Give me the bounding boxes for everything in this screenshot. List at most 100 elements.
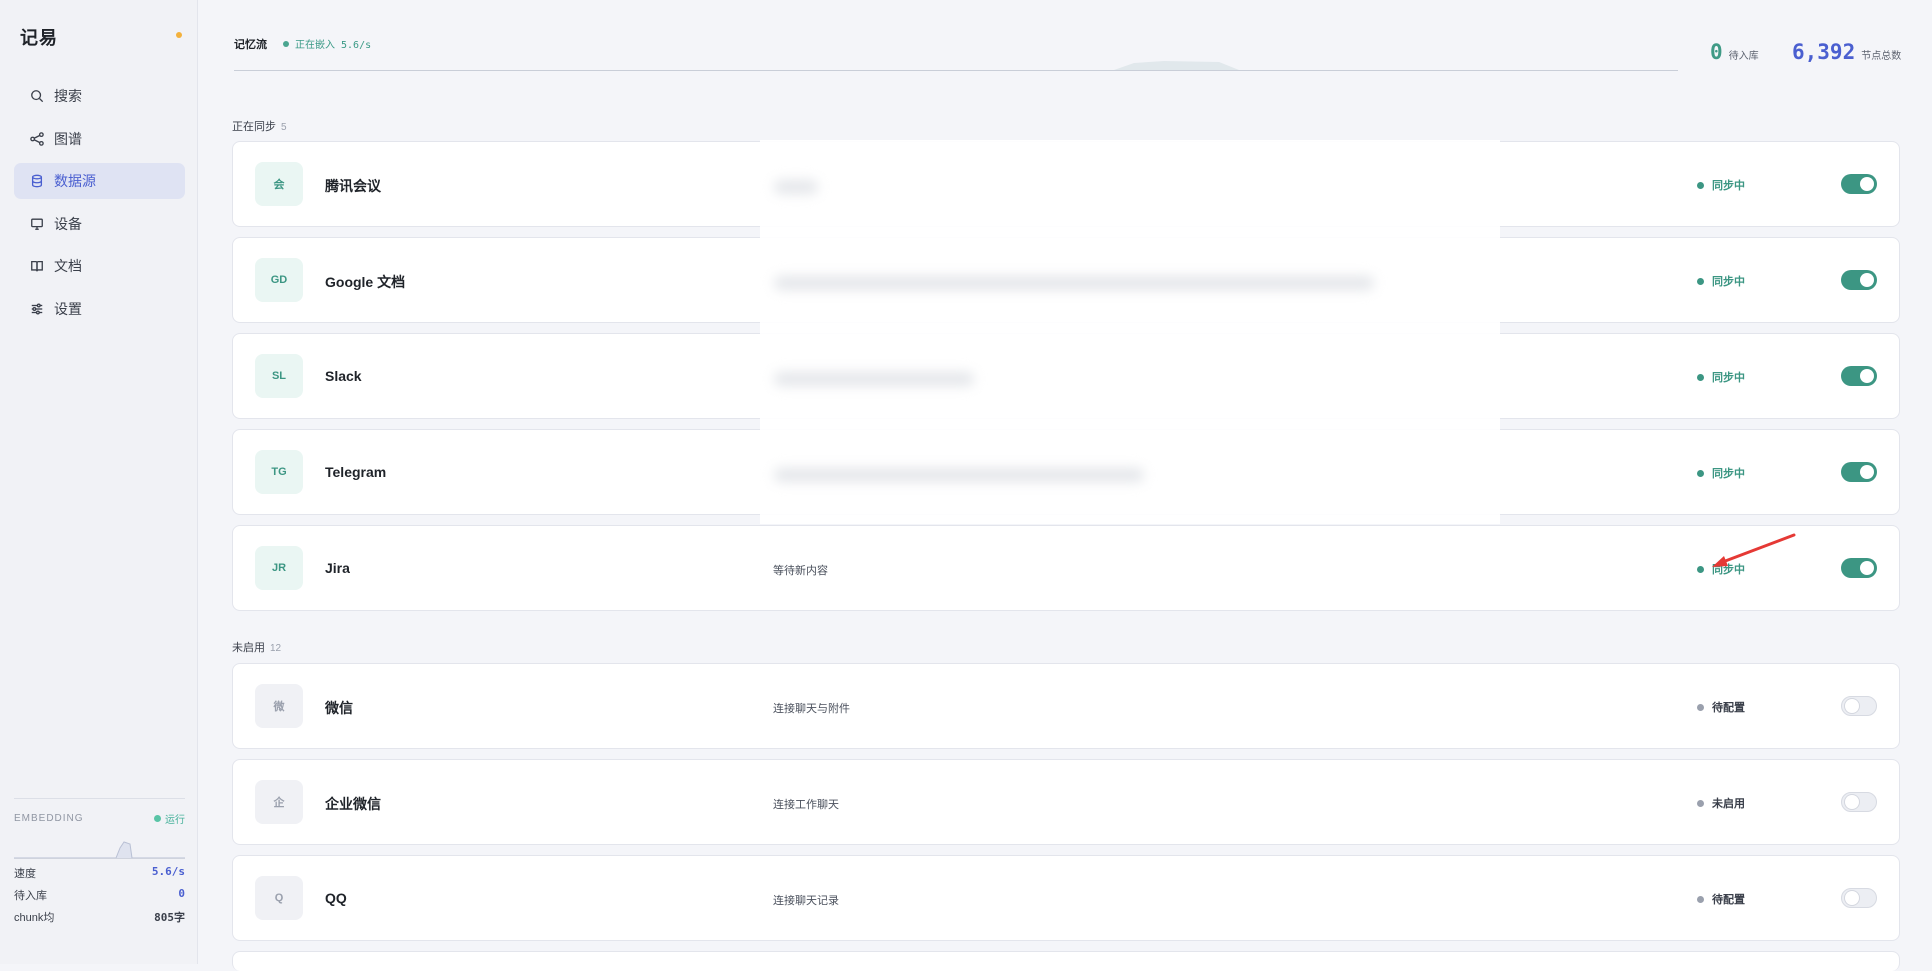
source-name: Slack — [325, 368, 362, 384]
source-toggle[interactable] — [1841, 462, 1877, 482]
database-icon — [30, 174, 44, 188]
sidebar-item-graph[interactable]: 图谱 — [14, 121, 185, 157]
status-label: 同步中 — [1712, 276, 1745, 288]
status-label: 待配置 — [1712, 894, 1745, 906]
source-icon: Q — [255, 876, 303, 920]
status-dot — [1697, 181, 1704, 189]
blurred-content-overlay — [760, 140, 1500, 524]
source-name: Jira — [325, 560, 350, 576]
status-dot — [1697, 703, 1704, 711]
source-status: 同步中 — [1697, 177, 1745, 193]
status-dot — [1697, 469, 1704, 477]
source-name: Google 文档 — [325, 274, 406, 290]
source-icon: 微 — [255, 684, 303, 728]
embedding-status-label: 运行 — [165, 815, 185, 826]
source-status: 同步中 — [1697, 273, 1745, 289]
source-toggle[interactable] — [1841, 270, 1877, 290]
toggle-knob — [1845, 795, 1859, 809]
source-status: 同步中 — [1697, 561, 1745, 577]
toggle-knob — [1860, 561, 1874, 575]
total-nodes-stat: 6,392 节点总数 — [1792, 40, 1901, 64]
source-name: QQ — [325, 890, 347, 906]
blurred-line — [774, 276, 1374, 290]
pending-stat: 0 待入库 — [1710, 40, 1759, 64]
source-card-qq[interactable]: Q QQ 连接聊天记录 待配置 — [232, 855, 1900, 941]
source-icon: 会 — [255, 162, 303, 206]
source-card-partial[interactable] — [232, 951, 1900, 971]
source-icon: JR — [255, 546, 303, 590]
source-status: 同步中 — [1697, 369, 1745, 385]
source-name: Telegram — [325, 464, 387, 480]
source-card-jira[interactable]: JR Jira 等待新内容 同步中 — [232, 525, 1900, 611]
source-icon: TG — [255, 450, 303, 494]
sidebar: 记易 搜索 图谱 数据源 设备 文档 设置 EMBEDDING 运行 速度 5.… — [0, 0, 198, 964]
blurred-line — [774, 372, 974, 386]
status-dot — [1697, 373, 1704, 381]
status-label: 同步中 — [1712, 468, 1745, 480]
total-nodes-count: 6,392 — [1792, 40, 1856, 64]
section-count: 5 — [281, 122, 287, 133]
source-card-wechat[interactable]: 微 微信 连接聊天与附件 待配置 — [232, 663, 1900, 749]
embedding-panel: EMBEDDING 运行 速度 5.6/s 待入库 0 chunk均 805字 — [14, 798, 185, 925]
sidebar-item-settings[interactable]: 设置 — [14, 291, 185, 327]
section-syncing-label: 正在同步 5 — [232, 118, 287, 134]
monitor-icon — [30, 217, 44, 231]
sidebar-item-devices[interactable]: 设备 — [14, 206, 185, 242]
source-toggle[interactable] — [1841, 558, 1877, 578]
section-title: 正在同步 — [232, 121, 276, 133]
toggle-knob — [1860, 465, 1874, 479]
status-dot — [1697, 565, 1704, 573]
source-toggle[interactable] — [1841, 696, 1877, 716]
pending-stat-label: 待入库 — [1728, 51, 1759, 62]
embedding-status: 运行 — [154, 811, 185, 826]
toggle-knob — [1860, 273, 1874, 287]
total-nodes-label: 节点总数 — [1861, 51, 1902, 62]
section-title: 未启用 — [232, 642, 265, 654]
embedding-chunk-row: chunk均 805字 — [14, 909, 185, 925]
source-toggle[interactable] — [1841, 174, 1877, 194]
speed-label: 速度 — [14, 868, 36, 880]
pending-label: 待入库 — [14, 890, 47, 902]
status-label: 未启用 — [1712, 798, 1745, 810]
source-description: 连接工作聊天 — [773, 799, 839, 811]
blurred-line — [774, 468, 1144, 482]
source-icon: GD — [255, 258, 303, 302]
search-icon — [30, 89, 44, 103]
section-count: 12 — [270, 643, 282, 654]
status-dot — [1697, 799, 1704, 807]
sidebar-item-search[interactable]: 搜索 — [14, 78, 185, 114]
sidebar-item-datasources[interactable]: 数据源 — [14, 163, 185, 199]
status-label: 同步中 — [1712, 372, 1745, 384]
source-description: 连接聊天记录 — [773, 895, 839, 907]
status-label: 待配置 — [1712, 702, 1745, 714]
source-toggle[interactable] — [1841, 366, 1877, 386]
embedding-live-status: 正在嵌入 5.6/s — [283, 36, 371, 51]
graph-icon — [30, 131, 44, 146]
live-label: 正在嵌入 5.6/s — [295, 40, 372, 51]
source-status: 待配置 — [1697, 699, 1745, 715]
app-brand: 记易 — [20, 28, 58, 48]
live-dot — [283, 40, 289, 47]
status-label: 同步中 — [1712, 564, 1745, 576]
status-dot — [1697, 895, 1704, 903]
sidebar-item-label: 设备 — [54, 215, 82, 232]
source-status: 同步中 — [1697, 465, 1745, 481]
embedding-pending-row: 待入库 0 — [14, 887, 185, 903]
divider — [14, 798, 185, 799]
toggle-knob — [1860, 369, 1874, 383]
toggle-knob — [1845, 699, 1859, 713]
sliders-icon — [30, 302, 44, 316]
sidebar-nav: 搜索 图谱 数据源 设备 文档 设置 — [14, 78, 185, 333]
source-toggle[interactable] — [1841, 792, 1877, 812]
source-toggle[interactable] — [1841, 888, 1877, 908]
source-status: 未启用 — [1697, 795, 1745, 811]
source-card-wecom[interactable]: 企 企业微信 连接工作聊天 未启用 — [232, 759, 1900, 845]
memory-stream-title: 记忆流 — [234, 39, 267, 51]
sidebar-item-label: 搜索 — [54, 88, 82, 104]
chunk-label: chunk均 — [14, 912, 55, 924]
section-disabled-label: 未启用 12 — [232, 639, 281, 655]
book-icon — [30, 259, 44, 273]
source-name: 微信 — [325, 700, 353, 716]
sidebar-item-docs[interactable]: 文档 — [14, 248, 185, 284]
status-label: 同步中 — [1712, 180, 1745, 192]
